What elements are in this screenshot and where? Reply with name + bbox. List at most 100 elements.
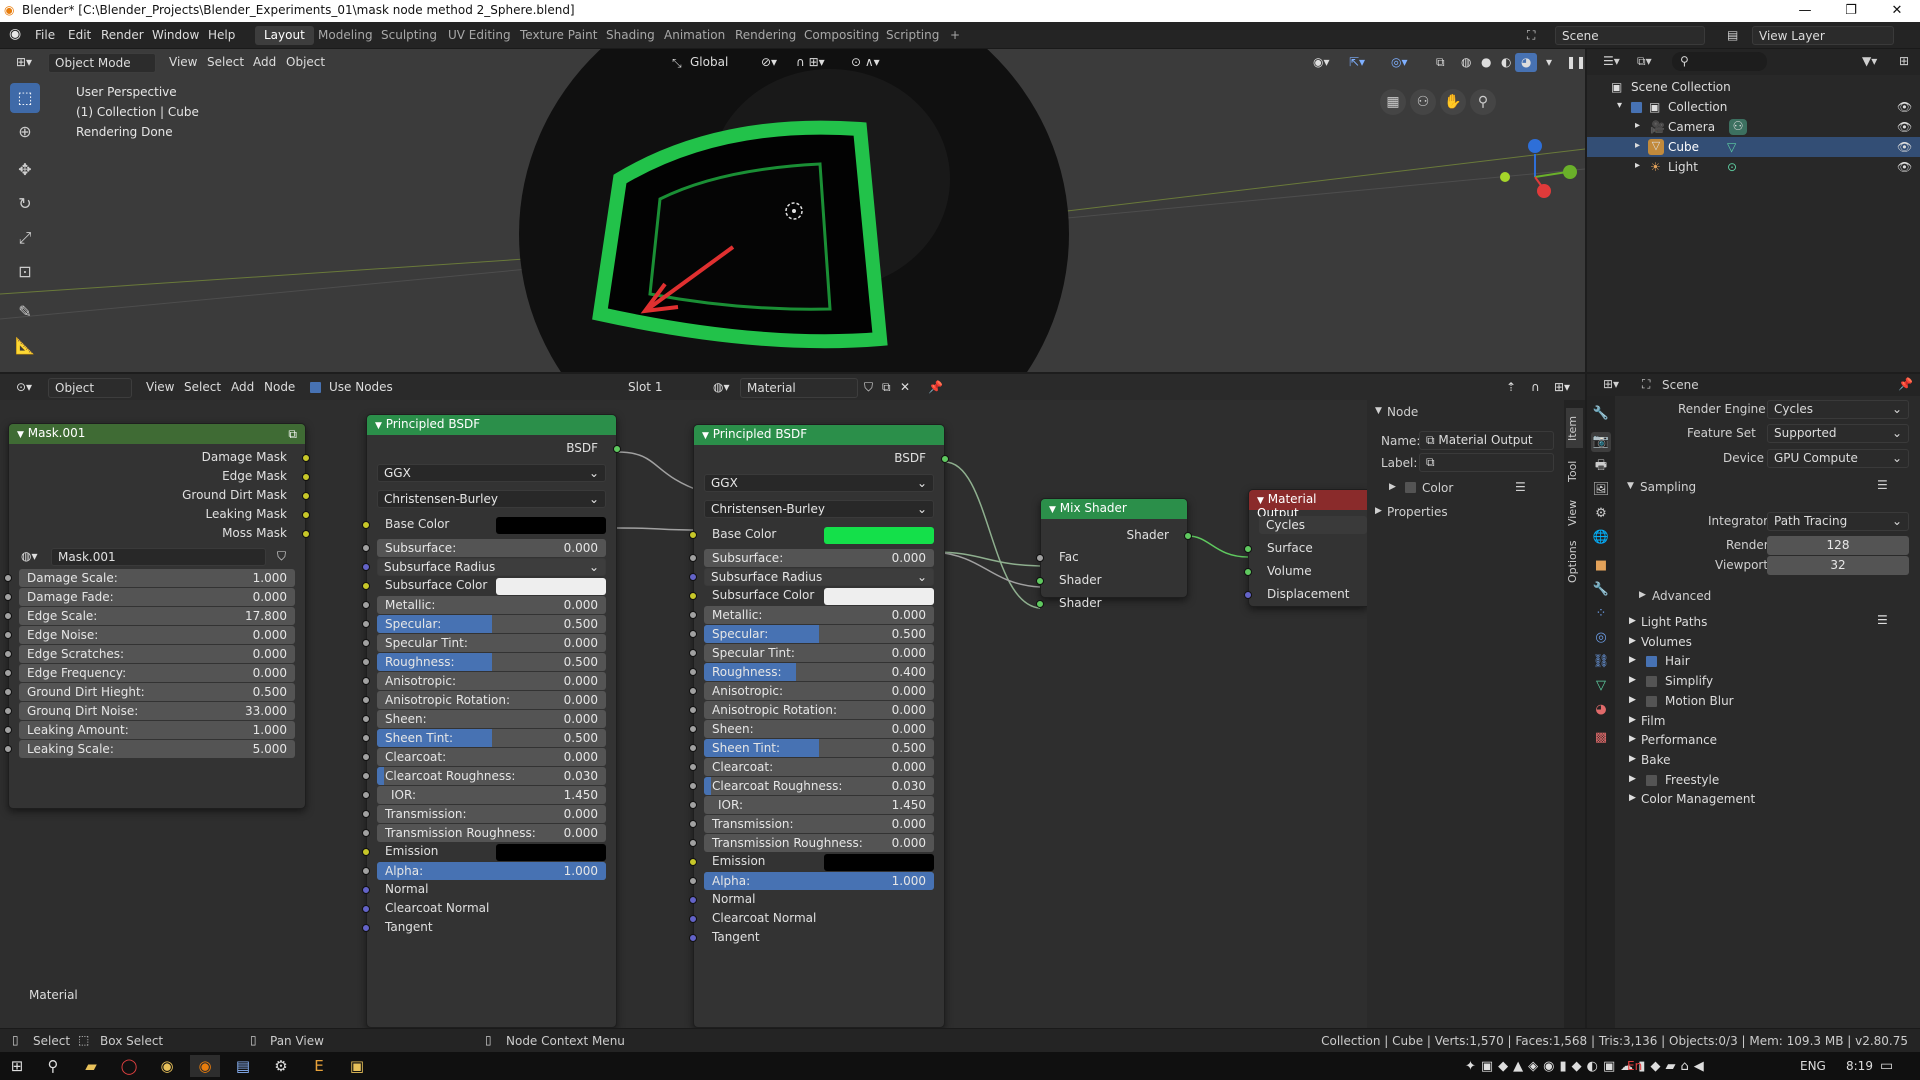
menu-help[interactable]: Help: [208, 28, 235, 42]
mask-output-socket[interactable]: [302, 511, 310, 519]
input-socket[interactable]: [689, 820, 697, 828]
bsdf-output-socket[interactable]: [613, 445, 621, 453]
principled-bsdf-node-2[interactable]: ▼ Principled BSDF BSDF GGX ⌄ Christensen-…: [689, 424, 949, 1028]
mix-shader-header[interactable]: ▼ Mix Shader: [1041, 499, 1187, 519]
input-socket[interactable]: [362, 677, 370, 685]
annotate-tool-icon[interactable]: ✎: [10, 297, 40, 327]
input-socket[interactable]: [362, 829, 370, 837]
sidebar-tab-options[interactable]: Options: [1566, 536, 1583, 588]
world-tab-icon[interactable]: 🌐: [1591, 528, 1611, 548]
input-socket[interactable]: [362, 905, 370, 913]
camera-data-icon[interactable]: ⚇: [1729, 119, 1747, 135]
advanced-section[interactable]: Advanced: [1652, 589, 1711, 603]
particles-tab-icon[interactable]: ⁘: [1591, 604, 1611, 624]
mesh-data-icon[interactable]: ▽: [1727, 140, 1736, 154]
gizmo-toggle-icon[interactable]: ⇱▾: [1343, 53, 1371, 72]
outliner-row-collection[interactable]: ▾ ▣ Collection 👁: [1587, 97, 1920, 117]
mask-output-socket[interactable]: [302, 530, 310, 538]
input-language[interactable]: ENG: [1800, 1059, 1826, 1073]
use-nodes-checkbox[interactable]: [309, 381, 322, 394]
input-socket[interactable]: [689, 839, 697, 847]
color-presets-icon[interactable]: ☰: [1515, 480, 1526, 494]
expand-arrow-icon[interactable]: ▶: [1639, 590, 1646, 600]
visibility-eye-icon[interactable]: 👁: [1897, 160, 1912, 174]
outliner-search-input[interactable]: ⚲: [1672, 52, 1767, 71]
expand-arrow-icon[interactable]: ▸: [1635, 160, 1640, 171]
bsdf-2-header[interactable]: ▼ Principled BSDF: [694, 425, 944, 445]
material-tab-icon[interactable]: ◕: [1591, 700, 1611, 720]
material-output-header[interactable]: ▼ Material Output: [1249, 490, 1367, 520]
camera-view-icon[interactable]: ⚇: [1410, 89, 1436, 115]
sheen-slider[interactable]: Sheen: 0.000: [377, 710, 606, 728]
tab-sculpting[interactable]: Sculpting: [372, 26, 446, 45]
node-menu-view[interactable]: View: [140, 378, 180, 397]
input-socket[interactable]: [689, 706, 697, 714]
mask-input-socket[interactable]: [4, 631, 12, 639]
viewport-menu-view[interactable]: View: [163, 53, 203, 72]
app-icon[interactable]: ⚙: [266, 1055, 296, 1077]
transform-tool-icon[interactable]: ⊡: [10, 257, 40, 287]
subsurface-radius-dropdown[interactable]: Subsurface Radius ⌄: [704, 568, 934, 586]
outliner-row-scene-collection[interactable]: ▣ Scene Collection: [1587, 77, 1920, 97]
mask-node-header[interactable]: ▼ Mask.001 ⧉: [9, 424, 305, 444]
volume-socket[interactable]: [1244, 568, 1252, 576]
base-color-swatch[interactable]: [496, 517, 606, 534]
mask-input-socket[interactable]: [4, 669, 12, 677]
input-socket[interactable]: [362, 639, 370, 647]
viewport-menu-object[interactable]: Object: [280, 53, 331, 72]
subsurface-color-swatch[interactable]: [496, 578, 606, 595]
node-editor-type-icon[interactable]: ⊙▾: [10, 378, 38, 397]
tab-uv-editing[interactable]: UV Editing: [439, 26, 520, 45]
input-socket[interactable]: [362, 886, 370, 894]
mask-input-field[interactable]: Damage Fade: 0.000: [19, 588, 295, 606]
input-socket[interactable]: [689, 915, 697, 923]
outliner-row-light[interactable]: ▸ ☀ Light ⊙ 👁: [1587, 157, 1920, 177]
metallic-slider[interactable]: Metallic: 0.000: [377, 596, 606, 614]
presets-icon[interactable]: ☰: [1877, 478, 1888, 492]
device-dropdown[interactable]: GPU Compute ⌄: [1767, 449, 1909, 468]
transmission-roughness-slider[interactable]: Transmission Roughness: 0.000: [377, 824, 606, 842]
node-label-field[interactable]: ⧉: [1419, 453, 1554, 472]
hair-checkbox[interactable]: [1645, 655, 1658, 669]
mask-output-socket[interactable]: [302, 492, 310, 500]
input-socket[interactable]: [689, 649, 697, 657]
input-socket[interactable]: [362, 715, 370, 723]
3d-viewport[interactable]: ⊞▾ Object Mode View Select Add Object ⤡ …: [0, 49, 1585, 372]
tab-compositing[interactable]: Compositing: [795, 26, 888, 45]
mask-input-field[interactable]: Ground Dirt Hieght: 0.500: [19, 683, 295, 701]
light-data-icon[interactable]: ⊙: [1727, 160, 1737, 174]
surface-socket[interactable]: [1244, 545, 1252, 553]
mask-input-socket[interactable]: [4, 650, 12, 658]
mask-input-field[interactable]: Leaking Amount: 1.000: [19, 721, 295, 739]
input-socket[interactable]: [689, 877, 697, 885]
expand-arrow-icon[interactable]: ▶: [1629, 774, 1636, 784]
mask-input-socket[interactable]: [4, 726, 12, 734]
notes-icon[interactable]: ▤: [228, 1055, 258, 1077]
visibility-eye-icon[interactable]: 👁: [1897, 140, 1912, 154]
input-socket[interactable]: [689, 934, 697, 942]
editor-type-icon[interactable]: ⊞▾: [10, 53, 38, 72]
outliner-row-camera[interactable]: ▸ 🎥 Camera ⚇ 👁: [1587, 117, 1920, 137]
distribution-dropdown[interactable]: GGX ⌄: [377, 464, 606, 482]
node-menu-select[interactable]: Select: [178, 378, 227, 397]
render-tab-icon[interactable]: 📷: [1591, 432, 1611, 452]
freestyle-checkbox[interactable]: [1645, 773, 1658, 787]
expand-arrow-icon[interactable]: ▾: [1617, 100, 1622, 111]
new-collection-icon[interactable]: ⊞: [1899, 54, 1909, 68]
mask-input-socket[interactable]: [4, 688, 12, 696]
transmission-roughness-slider[interactable]: Transmission Roughness: 0.000: [704, 834, 934, 852]
expand-arrow-icon[interactable]: ▶: [1629, 793, 1636, 803]
integrator-dropdown[interactable]: Path Tracing ⌄: [1767, 512, 1909, 531]
input-socket[interactable]: [689, 782, 697, 790]
shader-node-editor[interactable]: ⊙▾ Object View Select Add Node Use Nodes…: [0, 374, 1585, 1028]
display-mode-icon[interactable]: ⧉▾: [1637, 54, 1652, 69]
input-socket[interactable]: [689, 592, 697, 600]
simplify-checkbox[interactable]: [1645, 675, 1658, 689]
transform-orientation-dropdown[interactable]: Global: [684, 53, 746, 73]
system-tray-icons[interactable]: ✦▣◆▲◈◉▮◆◐▣☁▮◆▰⌂◀: [1465, 1059, 1709, 1074]
expand-arrow-icon[interactable]: ▶: [1375, 506, 1382, 516]
input-socket[interactable]: [362, 848, 370, 856]
principled-bsdf-node-1[interactable]: ▼ Principled BSDF BSDF GGX ⌄ Christensen-…: [362, 414, 621, 1028]
mask-input-field[interactable]: Damage Scale: 1.000: [19, 569, 295, 587]
visibility-eye-icon[interactable]: 👁: [1897, 100, 1912, 114]
